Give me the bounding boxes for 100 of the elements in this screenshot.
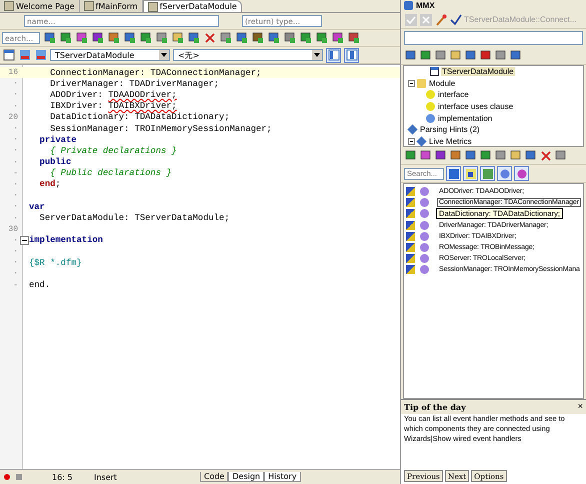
code-line: private — [38, 134, 77, 145]
close-button[interactable]: × — [578, 402, 583, 412]
add-form-icon[interactable] — [59, 32, 72, 44]
toolbar-icon[interactable] — [449, 49, 462, 62]
logo-icon — [404, 1, 413, 10]
plus-circle-icon — [426, 90, 435, 100]
collapse-icon[interactable] — [408, 80, 415, 87]
toolbar-icon[interactable] — [404, 49, 417, 62]
line-number: 30 — [7, 224, 19, 234]
code-line: ADODriver: TDAADODriver; — [49, 90, 177, 100]
circle-icon — [420, 209, 429, 218]
add-form-icon[interactable] — [107, 32, 120, 44]
circle-icon — [420, 232, 429, 241]
line-number: · — [12, 102, 19, 111]
add-form-icon[interactable] — [123, 32, 136, 44]
circle-icon — [420, 187, 429, 196]
add-form-icon[interactable] — [434, 149, 447, 162]
editor-tab[interactable]: fServerDataModule — [142, 0, 242, 12]
view-tab[interactable]: Design — [228, 472, 264, 482]
line-number: - — [12, 280, 19, 290]
line-number: 16 — [7, 68, 19, 78]
code-line: end. — [29, 280, 50, 290]
collapse-icon[interactable] — [20, 236, 29, 245]
plus-circle-icon — [426, 102, 435, 112]
line-number: · — [12, 90, 19, 100]
add-form-icon[interactable] — [479, 149, 492, 162]
line-number: · — [12, 135, 19, 144]
view-tab[interactable]: Code — [200, 472, 228, 482]
wand-icon[interactable] — [434, 13, 447, 26]
toolbar-icon[interactable] — [479, 49, 492, 62]
code-line: ServerDataModule: TServerDataModule; — [38, 213, 230, 224]
code-line: DriverManager: TDADriverManager; — [49, 78, 220, 89]
line-number: · — [12, 158, 19, 167]
circle-icon — [420, 254, 429, 264]
toolbar-icon[interactable] — [494, 49, 507, 62]
minus-circle-icon — [426, 114, 435, 123]
collapse-icon[interactable] — [408, 138, 415, 145]
line-number: · — [12, 236, 19, 245]
add-form-icon[interactable] — [404, 149, 417, 162]
tree-item[interactable]: Parsing Hints (2) — [419, 125, 481, 134]
cursor-position: 16: 5 — [52, 472, 74, 482]
circle-icon — [420, 265, 429, 274]
circle-icon[interactable] — [514, 166, 529, 181]
line-number: · — [12, 180, 19, 189]
code-line: public — [38, 157, 72, 168]
delete-icon[interactable] — [203, 32, 216, 44]
tree-item[interactable]: interface — [437, 90, 470, 100]
editor-tab[interactable]: fMainForm — [80, 0, 143, 12]
delete-icon[interactable] — [539, 149, 552, 162]
line-number: · — [12, 202, 19, 212]
line-number: · — [12, 191, 19, 200]
add-form-icon[interactable] — [75, 32, 88, 44]
add-form-icon[interactable] — [91, 32, 104, 44]
line-number: - — [12, 168, 19, 178]
add-form-icon[interactable] — [419, 149, 432, 162]
add-form-icon[interactable] — [449, 149, 462, 162]
toolbar-icon[interactable] — [464, 49, 477, 62]
add-form-icon[interactable] — [464, 149, 477, 162]
line-number: · — [12, 269, 19, 278]
tip-title: Tip of the day — [404, 402, 466, 412]
circle-icon — [420, 220, 429, 230]
class-combo[interactable]: TServerDataModule — [50, 49, 170, 61]
toolbar-icon[interactable] — [419, 49, 432, 62]
layout-icon[interactable] — [326, 48, 341, 62]
code-line: var — [29, 202, 45, 212]
circle-icon — [420, 243, 429, 252]
tree-item[interactable]: Live Metrics — [428, 136, 473, 146]
add-form-icon[interactable] — [315, 32, 328, 44]
tree-item[interactable]: Module — [428, 78, 456, 88]
toolbar-icon[interactable] — [509, 49, 522, 62]
line-number: · — [12, 247, 19, 256]
spellcheck-icon[interactable] — [449, 13, 462, 26]
editor-tab[interactable]: Welcome Page — [0, 0, 80, 12]
code-line: IBXDriver: TDAIBXDriver; — [49, 101, 177, 112]
method-combo[interactable]: <无> — [173, 49, 323, 61]
text-field[interactable] — [404, 31, 583, 45]
code-line: implementation — [29, 235, 103, 246]
line-number: 20 — [7, 112, 19, 122]
layout-icon[interactable] — [344, 48, 359, 62]
line-number: · — [12, 258, 19, 268]
tree-item[interactable]: implementation — [437, 114, 494, 123]
line-number: · — [12, 124, 19, 134]
circle-icon — [420, 198, 429, 208]
add-form-icon[interactable] — [139, 32, 152, 44]
insert-mode: Insert — [94, 472, 118, 482]
folder-icon — [417, 78, 426, 88]
record-icon[interactable] — [4, 474, 10, 480]
tree-item[interactable]: TServerDataModule — [441, 67, 515, 76]
line-number: · — [12, 214, 19, 223]
tree-item[interactable]: interface uses clause — [437, 102, 514, 112]
code-line: { Private declarations } — [49, 146, 177, 156]
panel-title: MMX — [416, 1, 435, 10]
context-label: TServerDataModule::Connect... — [464, 15, 576, 24]
toolbar-icon[interactable] — [434, 49, 447, 62]
code-line: { Public declarations } — [49, 168, 172, 178]
view-tab[interactable]: History — [264, 472, 301, 482]
circle-icon[interactable] — [497, 166, 512, 181]
line-number: · — [12, 79, 19, 88]
check-icon[interactable] — [404, 13, 417, 26]
code-line: ConnectionManager: TDAConnectionManager; — [49, 68, 262, 78]
